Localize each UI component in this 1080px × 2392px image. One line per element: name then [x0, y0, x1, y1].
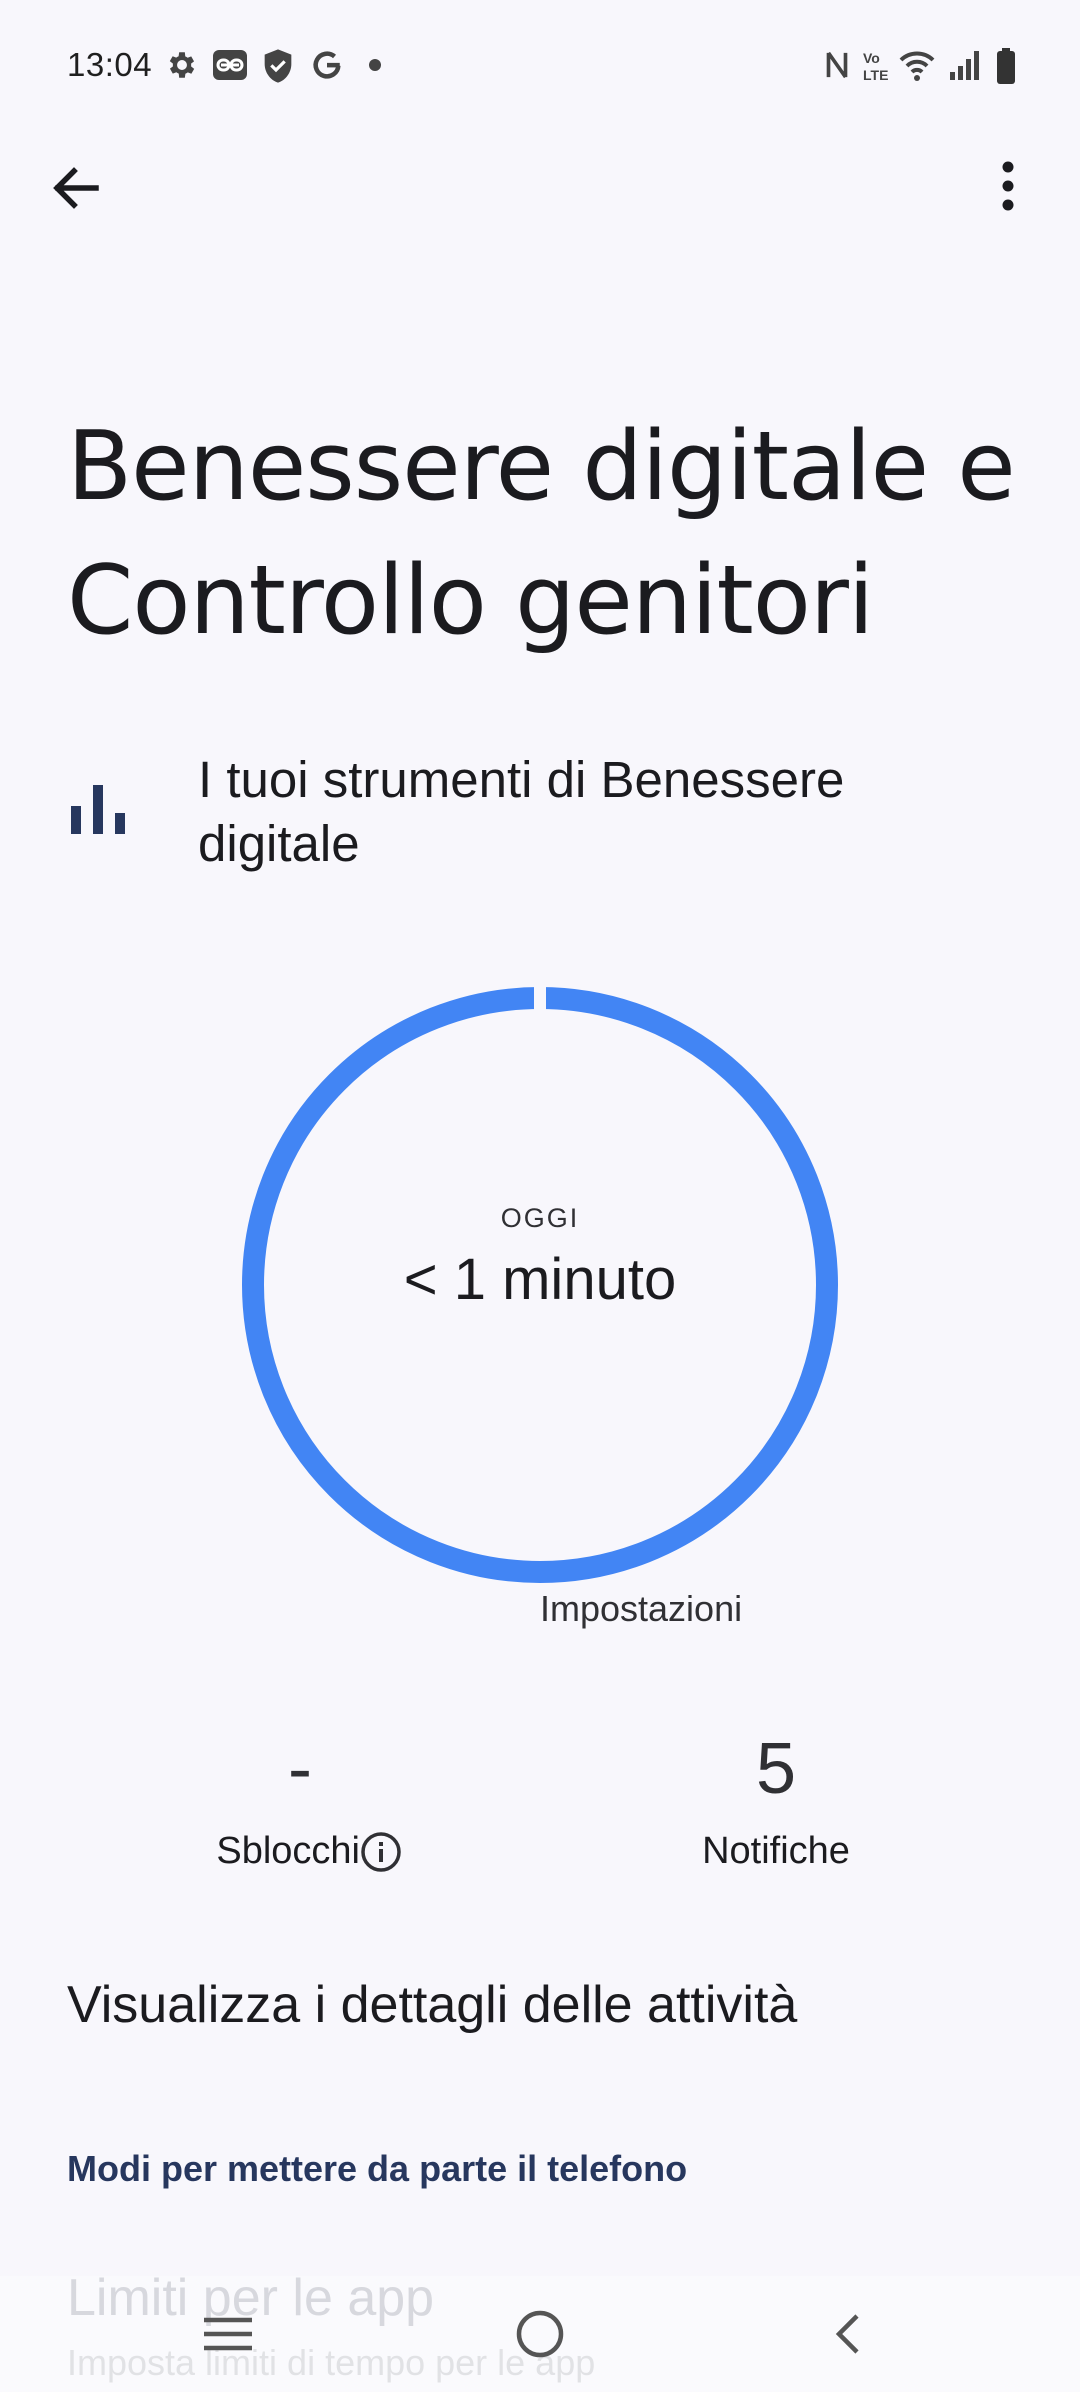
wifi-icon	[899, 51, 935, 81]
status-bar: 13:04 Vo LTE	[0, 0, 1080, 130]
notifications-value: 5	[755, 1729, 797, 1809]
home-icon	[516, 2310, 564, 2358]
more-options-button[interactable]	[970, 150, 1046, 226]
unlocks-label: Sblocchi	[216, 1830, 360, 1872]
page-title-line-1: Benessere digitale e	[67, 412, 1016, 522]
link-icon	[213, 50, 247, 80]
unlocks-value: -	[288, 1729, 312, 1809]
menu-icon	[204, 2317, 252, 2351]
ways-to-disconnect-header: Modi per mettere da parte il telefono	[67, 2148, 688, 2189]
recents-button[interactable]	[190, 2296, 266, 2372]
notifications-label: Notifiche	[702, 1830, 850, 1872]
home-button[interactable]	[502, 2296, 578, 2372]
shield-icon	[264, 49, 292, 83]
dot-icon	[369, 59, 381, 71]
back-button[interactable]	[40, 150, 116, 226]
status-time: 13:04	[67, 46, 153, 83]
signal-icon	[950, 51, 979, 80]
nfc-icon	[826, 51, 848, 79]
activity-details-link[interactable]: Visualizza i dettagli delle attività	[67, 1975, 1027, 2035]
back-icon	[835, 2314, 859, 2354]
battery-icon	[997, 48, 1015, 84]
svg-text:LTE: LTE	[863, 67, 888, 83]
gear-icon	[169, 52, 195, 78]
arrow-left-icon	[53, 167, 99, 209]
section-title: I tuoi strumenti di Benessere digitale	[198, 751, 845, 872]
page-title: Benessere digitale e Controllo genitori	[67, 400, 1027, 668]
ring-value: < 1 minuto	[403, 1247, 677, 1312]
page-title-line-2: Controllo genitori	[67, 546, 874, 656]
info-icon[interactable]	[359, 1830, 403, 1874]
ring-legend-label: Impostazioni	[540, 1588, 743, 1629]
more-vert-icon	[1002, 161, 1014, 211]
bar-chart-icon	[71, 785, 125, 834]
nav-back-button[interactable]	[812, 2296, 888, 2372]
usage-ring-gap	[534, 985, 546, 1015]
svg-text:Vo: Vo	[863, 50, 880, 66]
google-icon	[313, 51, 341, 79]
ring-label: OGGI	[500, 1203, 580, 1233]
volte-icon: Vo LTE	[863, 50, 888, 83]
